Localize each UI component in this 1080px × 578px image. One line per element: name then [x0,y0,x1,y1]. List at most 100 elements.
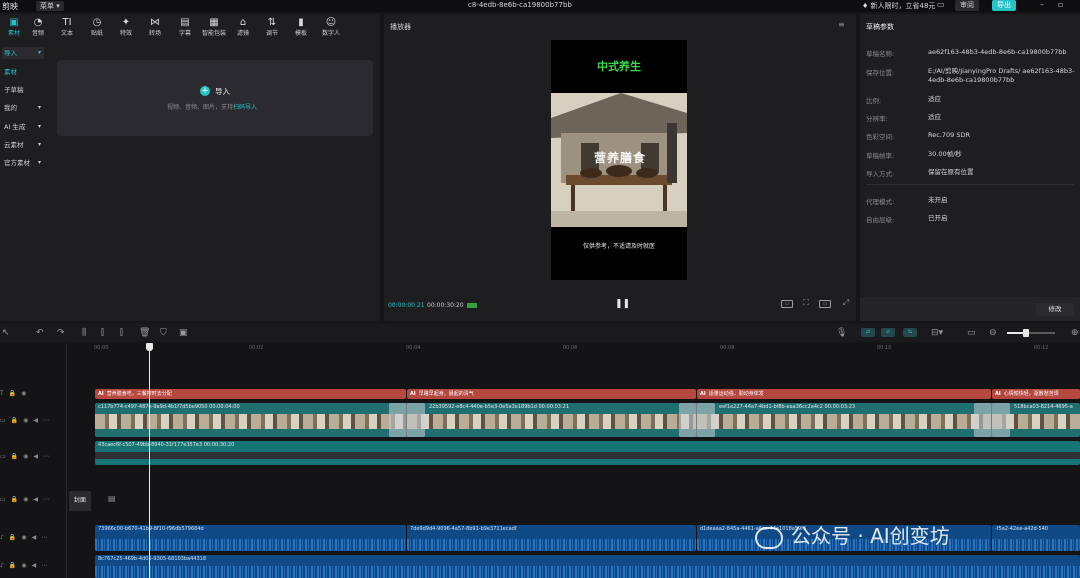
playhead[interactable] [149,343,150,578]
layout-icon[interactable]: ▭ [937,0,945,9]
scan-import-link[interactable]: 扫码导入 [233,104,257,111]
eye-icon[interactable]: ◉ [23,453,28,460]
filter-icon: ⌂ [239,17,247,28]
minimize-icon[interactable]: – [1040,0,1044,9]
sidebar-item-mine[interactable]: 我的 ▾ [2,102,44,114]
video-clip[interactable]: eef1e227-44a7-4bd1-bf8b-eaa36cc2a4c2 00:… [697,403,991,437]
split-right-icon[interactable]: ⫿ [120,328,123,338]
sidebar-item-materials[interactable]: 素材 [2,66,44,78]
delete-icon[interactable]: 🗑 [139,328,150,338]
tool-effects[interactable]: ✦ 特效 [112,17,140,37]
audio-track-controls: ♪ 🔒 ◉ ◀ ⋯ [0,534,52,541]
undo-icon[interactable]: ↶ [36,328,44,338]
menu-button[interactable]: 菜单 ▾ [36,1,64,11]
snap-icon[interactable]: ⊟▾ [931,328,943,338]
overlay-clip[interactable]: 43caec6f-c507-49bb-8940-31f177e357e3 00:… [95,441,1080,465]
speaker-icon[interactable]: ◀ [32,562,37,569]
text-clip[interactable]: AI 早睡早起身，晨起的清气 [407,389,696,399]
shield-icon[interactable]: ⛉ [160,328,167,338]
speaker-icon[interactable]: ◀ [33,496,38,503]
more-icon[interactable]: ⋯ [43,453,49,460]
zoom-out-icon[interactable]: ⊖ [989,328,997,338]
tool-transition[interactable]: ⋈ 转场 [141,17,169,37]
video-clip[interactable]: c117b774-c497-487e-9a9d-4b1f7d5be9050 00… [95,403,406,437]
lock-icon[interactable]: 🔒 [9,534,16,541]
redo-icon[interactable]: ↷ [57,328,65,338]
sidebar-item-ai-generate[interactable]: AI 生成 ▾ [2,121,44,133]
eye-icon[interactable]: ◉ [21,390,26,397]
tool-avatar[interactable]: ☺ 数字人 [317,17,345,37]
tool-smart-pack[interactable]: ▦ 智能包装 [200,17,228,37]
preview-icon[interactable]: ▭ [967,328,976,338]
more-icon[interactable]: ⋯ [43,496,49,503]
eye-icon[interactable]: ◉ [23,417,28,424]
video-clip[interactable]: 22b39592-e8c4-440e-b5e3-0e5a3e189b1d 00:… [407,403,696,437]
tool-filter[interactable]: ⌂ 滤镜 [229,17,257,37]
import-dropzone[interactable]: + 导入 视频、音频、图片，支持扫码导入 [57,60,373,136]
more-icon[interactable]: ⋯ [41,562,47,569]
link-track-toggle[interactable]: ⇄ [881,328,895,337]
sidebar-item-import[interactable]: 导入 ▾ [2,47,44,59]
lock-icon[interactable]: 🔒 [11,453,18,460]
more-icon[interactable]: ⋯ [41,534,47,541]
prop-colorspace-key: 色彩空间: [866,133,895,141]
modify-button[interactable]: 修改 [1036,303,1074,316]
sidebar-item-cloud[interactable]: 云素材 ▾ [2,139,44,151]
split-left-icon[interactable]: ⫿ [101,328,104,338]
tool-adjust[interactable]: ⇅ 调节 [258,17,286,37]
lock-icon[interactable]: 🔒 [11,417,18,424]
audio-clip[interactable]: 7de9d9d4-9096-4a57-8b91-b9e3711ecadf [407,525,696,551]
audio-clip[interactable]: 8c767c25-469b-4d05-9305-68103ba44318 [95,555,1080,578]
export-button[interactable]: 导出 [992,0,1016,11]
pause-icon[interactable]: ❚❚ [615,299,630,309]
speaker-icon[interactable]: ◀ [32,534,37,541]
timeline-ruler[interactable]: 00:00 00:02 00:04 00:06 00:08 00:10 00:1… [92,343,1080,355]
speaker-icon[interactable]: ◀ [33,417,38,424]
speaker-icon[interactable]: ◀ [33,453,38,460]
zoom-in-icon[interactable]: ⊕ [1071,328,1079,338]
lock-icon[interactable]: 🔒 [9,562,16,569]
prop-name-key: 草稿名称: [866,50,895,58]
audio-clip[interactable]: -f5a2-42ee-a42d-540 [992,525,1080,551]
crop-icon[interactable]: ⛶ [800,299,812,308]
link-main-track-toggle[interactable]: ⇄ [861,328,875,337]
eye-icon[interactable]: ◉ [21,562,26,569]
tool-subtitle[interactable]: ▤ 字幕 [171,17,199,37]
transition-marker[interactable] [389,403,425,437]
vip-promo[interactable]: ♦ 新人限时，立省48元 [862,1,935,11]
text-clip[interactable]: AI 心情愉快轻，驱散愁苦烦 [992,389,1080,399]
split-icon[interactable]: ⫼ [82,328,86,338]
eye-icon[interactable]: ◉ [23,496,28,503]
microphone-icon[interactable]: 🎙 [836,328,847,338]
tool-template[interactable]: ▮ 模板 [287,17,315,37]
select-icon[interactable]: ↖ [2,328,10,338]
text-clip[interactable]: AI 营养膳食吃，三餐按时去分配 [95,389,406,399]
aspect-icon[interactable]: ▭ [819,300,831,308]
fullscreen-icon[interactable]: ⤢ [840,299,852,308]
tool-text[interactable]: TI 文本 [53,17,81,37]
player-title: 播放器 [390,23,411,31]
zoom-slider-knob[interactable] [1023,329,1029,337]
cover-button[interactable]: 封面 [69,491,91,511]
preview-canvas[interactable]: 中式养生 营养膳食 仅供参考，不适请及时就医 [551,40,687,280]
transition-marker[interactable] [679,403,715,437]
text-clip[interactable]: AI 适量运动强，勤动身体发 [697,389,991,399]
maximize-icon[interactable]: ▫ [1058,0,1063,9]
transition-marker[interactable] [974,403,1010,437]
playhead-handle[interactable] [146,343,153,351]
preview-axis-toggle[interactable]: ⇆ [903,328,917,337]
audio-clip[interactable]: 73966c00-b670-41b9-8f10-f96db579684d [95,525,406,551]
sidebar-item-subdraft[interactable]: 子草稿 [2,84,44,96]
sidebar-item-official[interactable]: 官方素材 ▾ [2,157,44,169]
lock-icon[interactable]: 🔒 [11,496,18,503]
eye-icon[interactable]: ◉ [21,534,26,541]
tool-sticker[interactable]: ◷ 贴纸 [83,17,111,37]
prop-proxy-value: 未开启 [928,196,948,204]
tool-audio[interactable]: ◔ 音频 [24,17,52,37]
menu-icon[interactable]: ≡ [838,20,845,29]
more-icon[interactable]: ⋯ [43,417,49,424]
frame-icon[interactable]: ▣ [179,328,188,338]
review-button[interactable]: 审阅 [955,0,979,11]
ratio-icon[interactable]: ▭ [781,300,793,308]
lock-icon[interactable]: 🔒 [9,390,16,397]
